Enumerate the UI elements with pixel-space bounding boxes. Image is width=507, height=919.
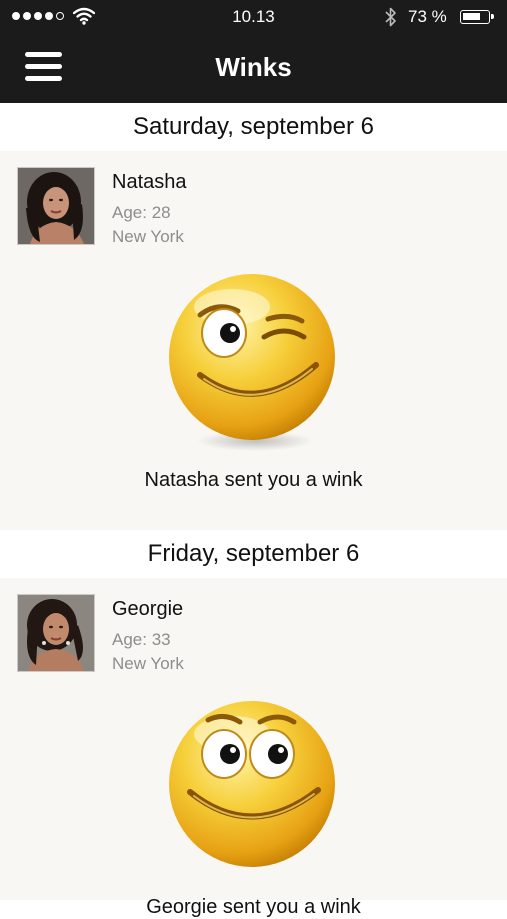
sender-city: New York bbox=[112, 654, 184, 673]
sender-age: Age: 28 bbox=[112, 203, 171, 222]
sender-name: Natasha bbox=[112, 171, 187, 193]
avatar[interactable] bbox=[17, 594, 95, 672]
avatar[interactable] bbox=[17, 167, 95, 245]
battery-percent: 73 % bbox=[408, 7, 447, 26]
wink-card[interactable]: Natasha Age: 28 New York Natasha sent yo… bbox=[0, 151, 507, 530]
top-bar: 10.13 73 % Winks bbox=[0, 0, 507, 103]
sender-age: Age: 33 bbox=[112, 630, 171, 649]
smiling-smiley-icon bbox=[169, 701, 335, 867]
status-bar: 10.13 73 % bbox=[0, 0, 507, 34]
wink-message: Georgie sent you a wink bbox=[146, 896, 361, 918]
battery-icon bbox=[460, 10, 494, 24]
battery-fill bbox=[463, 13, 480, 20]
page-title: Winks bbox=[215, 52, 292, 82]
wink-message: Natasha sent you a wink bbox=[144, 469, 363, 491]
wink-card[interactable]: Georgie Age: 33 New York Georgie sent yo… bbox=[0, 578, 507, 918]
sender-name: Georgie bbox=[112, 598, 184, 620]
sender-city: New York bbox=[112, 227, 184, 246]
winking-smiley-icon bbox=[169, 274, 335, 451]
date-header: Saturday, september 6 bbox=[0, 103, 507, 151]
bluetooth-icon bbox=[385, 7, 396, 27]
date-header: Friday, september 6 bbox=[0, 530, 507, 578]
